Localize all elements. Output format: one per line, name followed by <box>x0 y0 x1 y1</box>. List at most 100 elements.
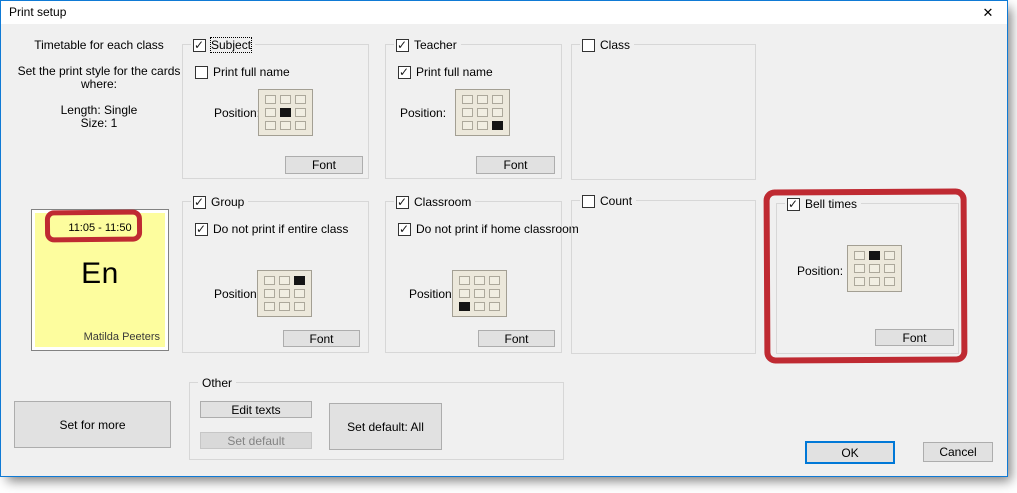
other-label: Other <box>202 376 232 390</box>
position-cell-7[interactable] <box>474 302 485 311</box>
position-cell-0[interactable] <box>265 95 276 104</box>
set-for-more-button[interactable]: Set for more <box>14 401 171 448</box>
classroom-font-button[interactable]: Font <box>478 330 555 347</box>
close-button[interactable]: ✕ <box>973 1 1003 24</box>
classroom-caption: Classroom <box>394 194 475 210</box>
teacher-font-button[interactable]: Font <box>476 156 555 174</box>
window-title: Print setup <box>9 5 66 19</box>
position-cell-2[interactable] <box>295 95 306 104</box>
position-cell-1[interactable] <box>280 95 291 104</box>
cancel-button[interactable]: Cancel <box>923 442 993 462</box>
subject-position-grid[interactable] <box>258 89 313 136</box>
classroom-home-checkbox[interactable] <box>398 223 411 236</box>
teacher-checkbox[interactable] <box>396 39 409 52</box>
subject-font-button[interactable]: Font <box>285 156 363 174</box>
position-cell-1[interactable] <box>474 276 485 285</box>
position-cell-3[interactable] <box>265 108 276 117</box>
position-cell-6[interactable] <box>264 302 275 311</box>
group-position-label: Position: <box>214 287 260 301</box>
position-cell-4[interactable] <box>474 289 485 298</box>
position-cell-3[interactable] <box>459 289 470 298</box>
position-cell-4[interactable] <box>279 289 290 298</box>
group-label: Group <box>211 195 244 209</box>
position-cell-5[interactable] <box>492 108 503 117</box>
position-cell-8[interactable] <box>489 302 500 311</box>
subject-checkbox[interactable] <box>193 39 206 52</box>
position-cell-3[interactable] <box>854 264 865 273</box>
teacher-position-grid[interactable] <box>455 89 510 136</box>
position-cell-5[interactable] <box>294 289 305 298</box>
group-caption: Group <box>191 194 248 210</box>
position-cell-8[interactable] <box>492 121 503 130</box>
card-teacher-name: Matilda Peeters <box>84 331 160 343</box>
card-bell-time: 11:05 - 11:50 <box>35 222 165 234</box>
group-class: Class <box>571 44 756 180</box>
position-cell-8[interactable] <box>295 121 306 130</box>
count-label: Count <box>600 194 632 208</box>
position-cell-7[interactable] <box>280 121 291 130</box>
classroom-option-row: Do not print if home classroom <box>398 221 579 237</box>
position-cell-8[interactable] <box>294 302 305 311</box>
position-cell-3[interactable] <box>462 108 473 117</box>
bell-times-caption: Bell times <box>785 196 861 212</box>
classroom-checkbox[interactable] <box>396 196 409 209</box>
teacher-position-label: Position: <box>400 106 446 120</box>
position-cell-0[interactable] <box>462 95 473 104</box>
position-cell-2[interactable] <box>489 276 500 285</box>
position-cell-2[interactable] <box>492 95 503 104</box>
teacher-label: Teacher <box>414 38 457 52</box>
position-cell-7[interactable] <box>869 277 880 286</box>
position-cell-1[interactable] <box>279 276 290 285</box>
group-position-grid[interactable] <box>257 270 312 317</box>
set-default-all-button[interactable]: Set default: All <box>329 403 442 450</box>
group-font-button[interactable]: Font <box>283 330 360 347</box>
position-cell-4[interactable] <box>869 264 880 273</box>
position-cell-1[interactable] <box>477 95 488 104</box>
subject-print-full-name-checkbox[interactable] <box>195 66 208 79</box>
info-line-2: Set the print style for the cards <box>9 64 189 78</box>
position-cell-5[interactable] <box>884 264 895 273</box>
group-group: Group Do not print if entire class Posit… <box>182 201 369 353</box>
position-cell-8[interactable] <box>884 277 895 286</box>
bell-times-checkbox[interactable] <box>787 198 800 211</box>
bell-times-label: Bell times <box>805 197 857 211</box>
group-classroom: Classroom Do not print if home classroom… <box>385 201 562 353</box>
position-cell-3[interactable] <box>264 289 275 298</box>
position-cell-5[interactable] <box>295 108 306 117</box>
group-entire-class-checkbox[interactable] <box>195 223 208 236</box>
position-cell-0[interactable] <box>264 276 275 285</box>
position-cell-1[interactable] <box>869 251 880 260</box>
class-caption: Class <box>580 37 634 53</box>
title-bar: Print setup ✕ <box>1 1 1007 24</box>
ok-button[interactable]: OK <box>805 441 895 464</box>
other-caption: Other <box>198 375 236 391</box>
count-checkbox[interactable] <box>582 195 595 208</box>
position-cell-6[interactable] <box>265 121 276 130</box>
position-cell-6[interactable] <box>854 277 865 286</box>
position-cell-6[interactable] <box>462 121 473 130</box>
group-checkbox[interactable] <box>193 196 206 209</box>
teacher-caption: Teacher <box>394 37 461 53</box>
teacher-print-full-name-label: Print full name <box>416 65 493 79</box>
group-option-row: Do not print if entire class <box>195 221 348 237</box>
position-cell-4[interactable] <box>477 108 488 117</box>
classroom-position-grid[interactable] <box>452 270 507 317</box>
bell-font-button[interactable]: Font <box>875 329 954 346</box>
position-cell-7[interactable] <box>477 121 488 130</box>
info-line-size: Size: 1 <box>9 116 189 130</box>
class-checkbox[interactable] <box>582 39 595 52</box>
class-label: Class <box>600 38 630 52</box>
bell-position-grid[interactable] <box>847 245 902 292</box>
position-cell-7[interactable] <box>279 302 290 311</box>
set-default-button: Set default <box>200 432 312 449</box>
edit-texts-button[interactable]: Edit texts <box>200 401 312 418</box>
position-cell-0[interactable] <box>459 276 470 285</box>
position-cell-2[interactable] <box>884 251 895 260</box>
bell-position-label: Position: <box>797 264 843 278</box>
position-cell-4[interactable] <box>280 108 291 117</box>
position-cell-5[interactable] <box>489 289 500 298</box>
teacher-print-full-name-checkbox[interactable] <box>398 66 411 79</box>
position-cell-2[interactable] <box>294 276 305 285</box>
position-cell-6[interactable] <box>459 302 470 311</box>
position-cell-0[interactable] <box>854 251 865 260</box>
